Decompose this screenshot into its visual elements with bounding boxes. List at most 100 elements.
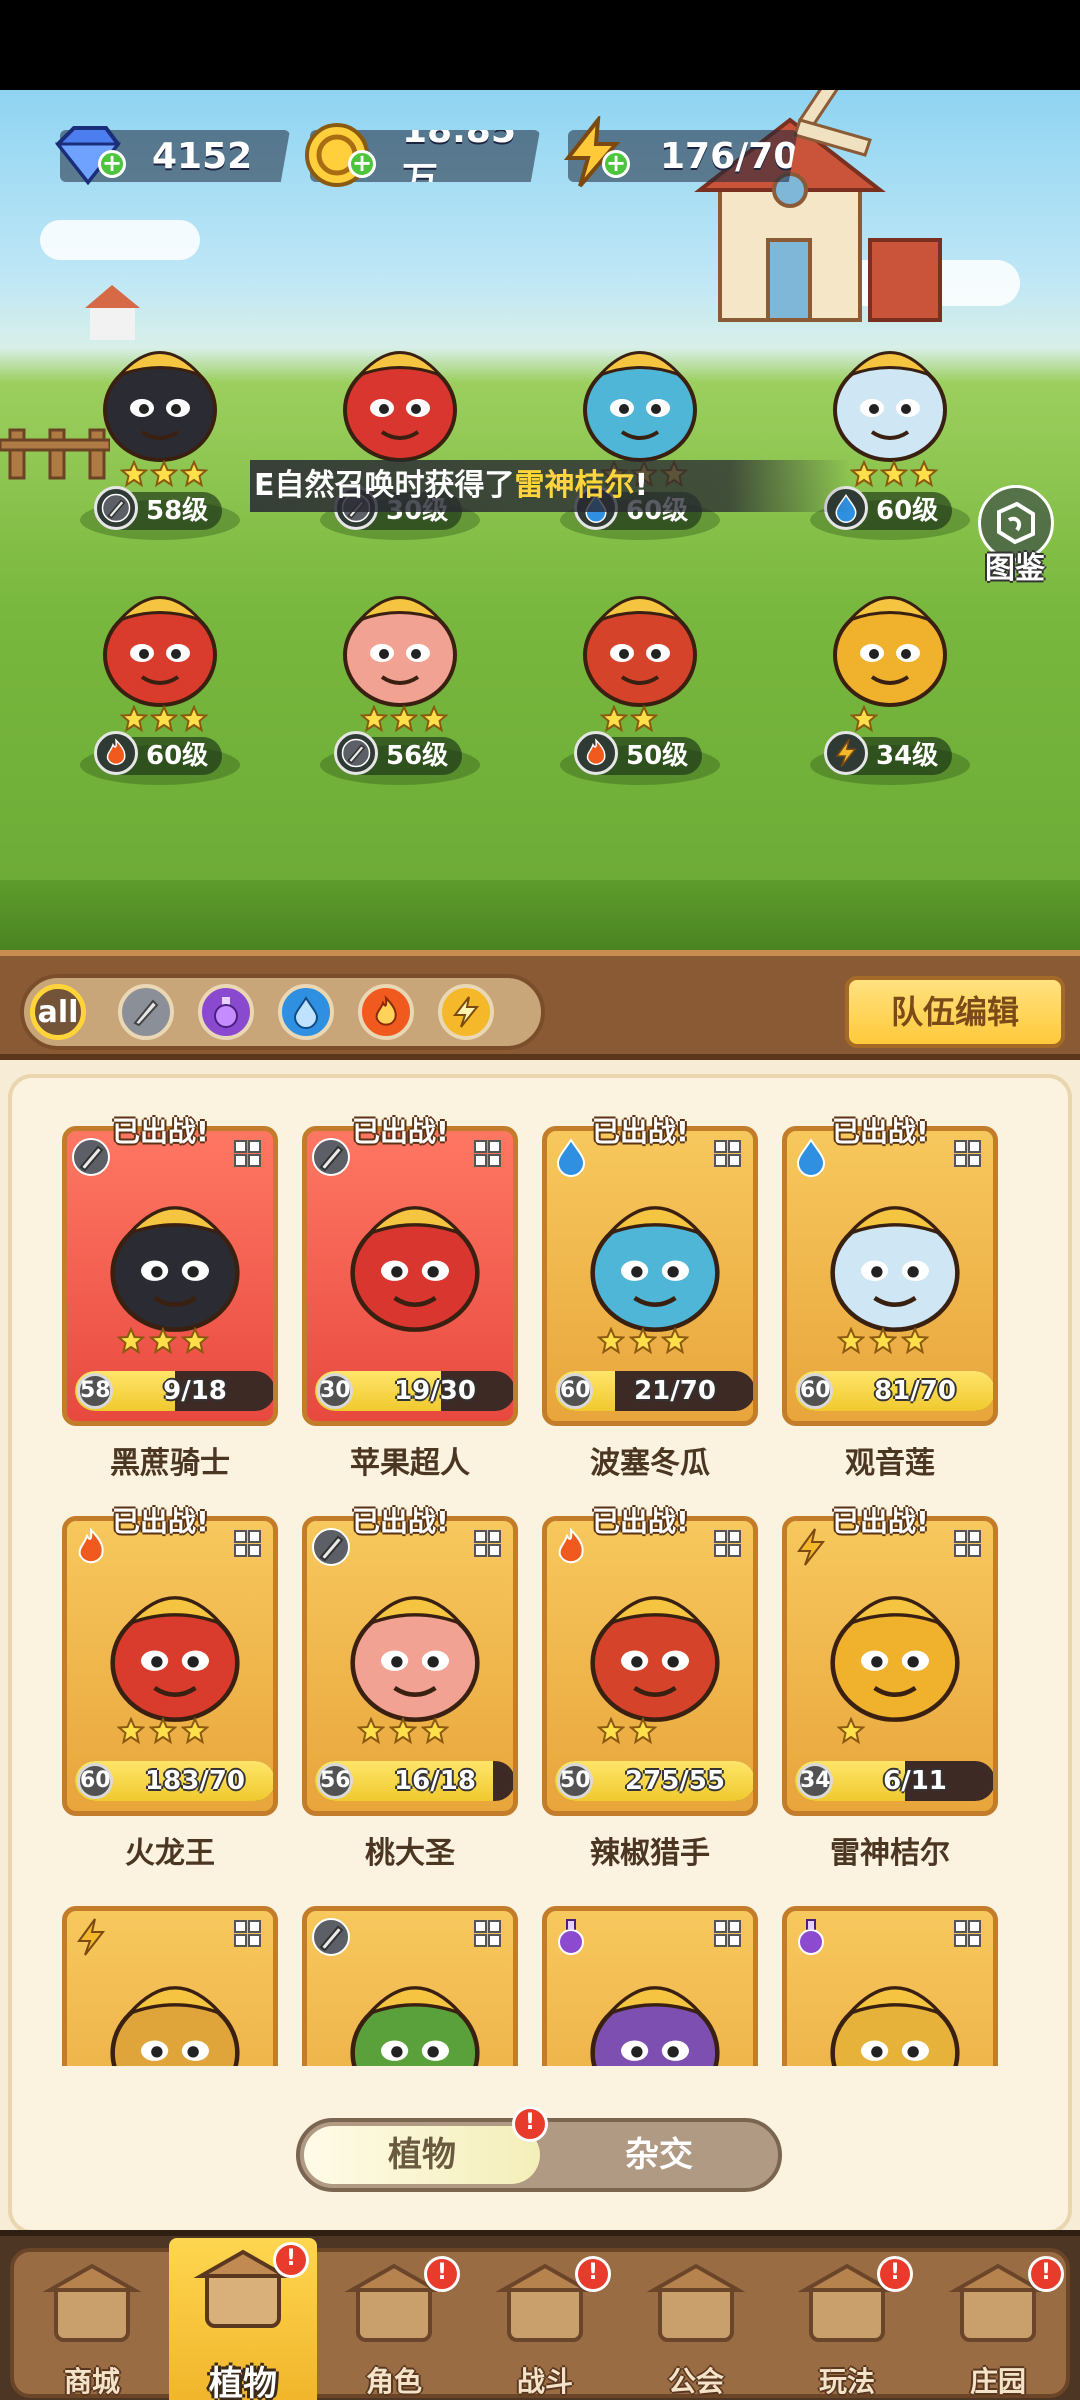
filter-all-button[interactable]: all — [30, 984, 86, 1040]
element-filter-tray: all — [20, 974, 545, 1050]
filter-water-button[interactable] — [278, 984, 334, 1040]
notification-badge: ! — [877, 2256, 913, 2292]
size-grid-icon — [953, 1139, 983, 1173]
filter-thunder-button[interactable] — [438, 984, 494, 1040]
status-bar — [0, 0, 1080, 90]
nav-manor[interactable]: 庄园 ! — [924, 2252, 1072, 2400]
team-slot[interactable]: 60级 — [60, 565, 260, 785]
water-drop-icon — [293, 996, 319, 1029]
filter-all-label: all — [37, 994, 79, 1030]
star-icon — [179, 459, 209, 488]
card-name: 黑蔗骑士 — [110, 1446, 230, 1481]
star-icon — [356, 1716, 386, 1745]
star-icon — [119, 704, 149, 733]
sword-element-icon — [71, 1137, 115, 1181]
deployed-tag: 已出战! — [832, 1505, 929, 1538]
plant-card[interactable]: 50 275/55 已出战! 辣椒猎手 — [542, 1505, 758, 1871]
notice-prefix: E自然召唤时获得了 — [254, 468, 515, 503]
thunder-element-icon — [791, 1527, 835, 1571]
tab-plants[interactable]: 植物 — [304, 2126, 540, 2184]
card-progress: 16/18 — [394, 1766, 476, 1796]
nav-label: 庄园 — [969, 2365, 1026, 2398]
plant-card[interactable] — [62, 1906, 278, 2066]
water-element-icon — [551, 1137, 595, 1181]
plant-portrait — [805, 1171, 985, 1341]
star-rating — [836, 1326, 930, 1355]
star-rating — [119, 459, 210, 490]
plant-card[interactable] — [302, 1906, 518, 2066]
windmill-house — [694, 90, 942, 322]
nav-shop[interactable]: 商城 — [18, 2252, 166, 2400]
poison-element-icon — [791, 1917, 835, 1961]
star-icon — [116, 1326, 146, 1355]
star-rating — [356, 1716, 450, 1745]
plant-character — [820, 320, 960, 470]
card-progress: 9/18 — [163, 1376, 227, 1406]
card-progress: 19/30 — [394, 1376, 476, 1406]
filter-poison-button[interactable] — [198, 984, 254, 1040]
plant-portrait — [325, 1951, 505, 2066]
size-grid-icon — [713, 1919, 743, 1953]
deployed-tag: 已出战! — [112, 1505, 209, 1538]
star-icon — [116, 1716, 146, 1745]
nav-label: 战斗 — [516, 2365, 573, 2398]
nav-character[interactable]: 角色 ! — [320, 2252, 468, 2400]
star-icon — [849, 704, 879, 733]
notification-badge: ! — [512, 2106, 548, 2142]
card-frame: 58 9/18 — [62, 1126, 278, 1426]
plant-character — [330, 320, 470, 470]
codex-button[interactable]: 图鉴 — [970, 485, 1060, 586]
nav-guild[interactable]: 公会 — [622, 2252, 770, 2400]
card-frame — [302, 1906, 518, 2066]
card-frame: 30 19/30 — [302, 1126, 518, 1426]
add-gold-icon[interactable]: + — [348, 150, 376, 178]
team-slot[interactable]: 34级 — [790, 565, 990, 785]
plant-card-panel: 58 9/18 已出战! 黑蔗骑士 30 19/30 已出战! 苹果超人 60 … — [0, 1060, 1080, 2234]
thunder-element-icon — [824, 731, 868, 775]
star-rating — [596, 1716, 658, 1745]
fire-icon — [375, 995, 397, 1026]
plant-card[interactable]: 56 16/18 已出战! 桃大圣 — [302, 1505, 518, 1871]
card-frame: 50 275/55 — [542, 1516, 758, 1816]
star-icon — [179, 704, 209, 733]
team-edit-button[interactable]: 队伍编辑 — [845, 976, 1065, 1048]
notice-suffix: ! — [634, 468, 649, 503]
star-icon — [388, 1716, 418, 1745]
plant-portrait — [565, 1561, 745, 1731]
star-rating — [849, 459, 940, 490]
star-icon — [879, 459, 909, 488]
filter-sword-button[interactable] — [118, 984, 174, 1040]
plant-card[interactable] — [542, 1906, 758, 2066]
card-level: 30 — [317, 1373, 353, 1409]
plant-card[interactable]: 58 9/18 已出战! 黑蔗骑士 — [62, 1115, 278, 1481]
nav-gameplay[interactable]: 玩法 ! — [773, 2252, 921, 2400]
summon-notice: E自然召唤时获得了雷神桔尔! — [250, 460, 850, 512]
nav-plants[interactable]: 植物 ! — [169, 2238, 317, 2400]
deployed-tag: 已出战! — [112, 1115, 209, 1148]
energy-value: 176/70 — [660, 135, 799, 177]
filter-fire-button[interactable] — [358, 984, 414, 1040]
add-gems-icon[interactable]: + — [98, 150, 126, 178]
plant-card[interactable]: 60 21/70 已出战! 波塞冬瓜 — [542, 1115, 758, 1481]
plant-card[interactable]: 34 6/11 已出战! 雷神桔尔 — [782, 1505, 998, 1871]
card-name: 苹果超人 — [350, 1446, 470, 1481]
add-energy-icon[interactable]: + — [602, 150, 630, 178]
nav-battle[interactable]: 战斗 ! — [471, 2252, 619, 2400]
size-grid-icon — [233, 1919, 263, 1953]
plant-card[interactable]: 60 183/70 已出战! 火龙王 — [62, 1505, 278, 1871]
plant-card[interactable]: 30 19/30 已出战! 苹果超人 — [302, 1115, 518, 1481]
card-level: 58 — [77, 1373, 113, 1409]
card-frame: 60 81/70 — [782, 1126, 998, 1426]
plant-card[interactable]: 60 81/70 已出战! 观音莲 — [782, 1115, 998, 1481]
star-rating — [116, 1326, 210, 1355]
tab-hybrid[interactable]: 杂交 — [544, 2126, 774, 2184]
star-rating — [836, 1716, 866, 1745]
team-slot[interactable]: 56级 — [300, 565, 500, 785]
star-icon — [180, 1716, 210, 1745]
star-icon — [660, 1326, 690, 1355]
plant-character — [570, 565, 710, 715]
team-slot[interactable]: 58级 — [60, 320, 260, 540]
star-icon — [629, 704, 659, 733]
team-slot[interactable]: 50级 — [540, 565, 740, 785]
plant-card[interactable] — [782, 1906, 998, 2066]
